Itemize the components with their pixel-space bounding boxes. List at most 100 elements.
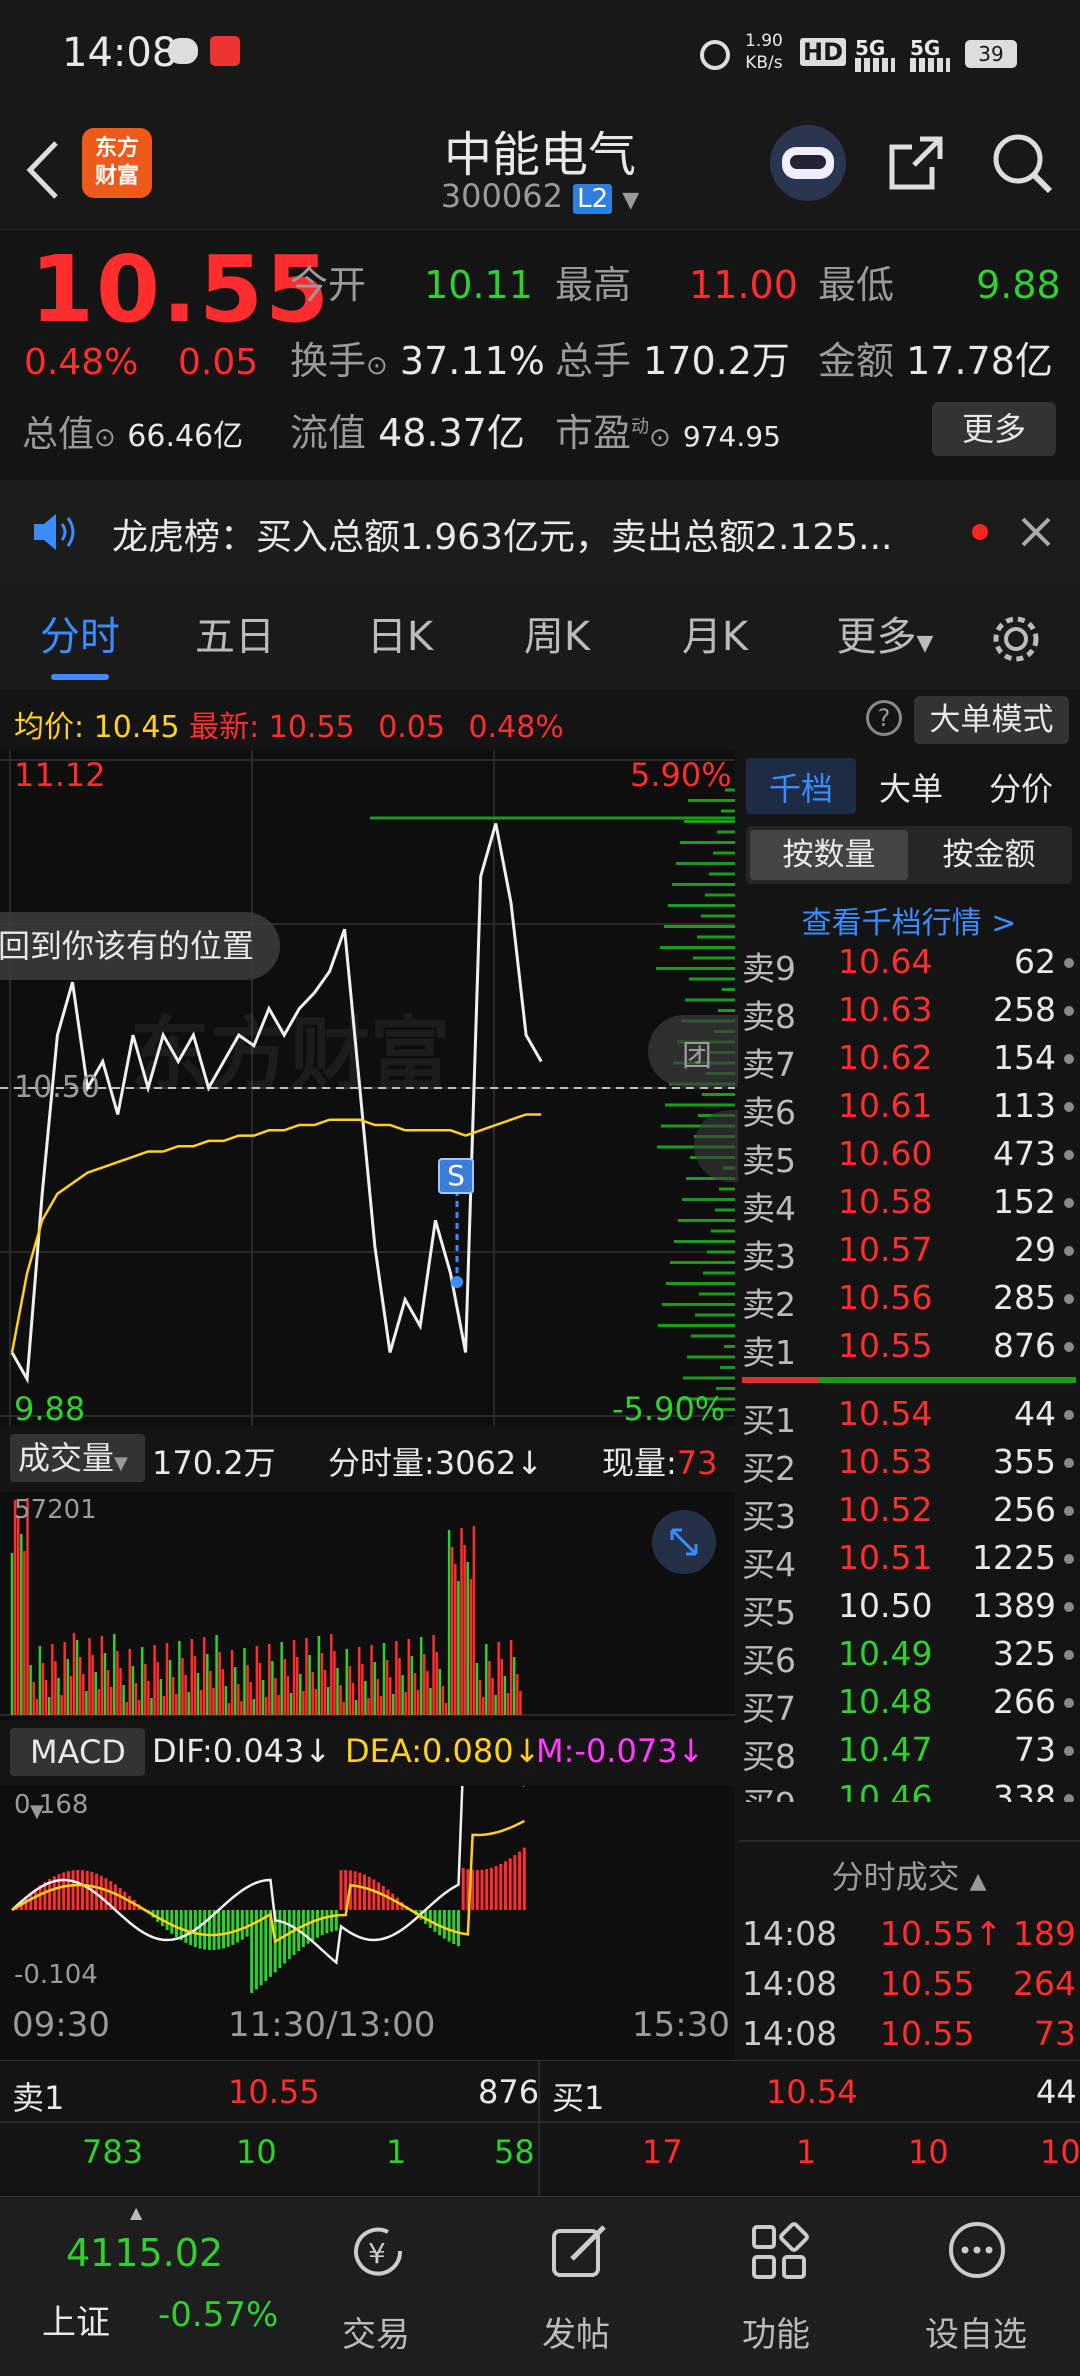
side-tab-depth[interactable]: 千档 bbox=[746, 764, 856, 810]
buy-level-row-label: 买2 bbox=[742, 1449, 796, 1488]
nav-add-watchlist[interactable]: 设自选 bbox=[876, 2197, 1076, 2376]
buy-level-row[interactable]: 买6 10.49 325 bbox=[742, 1630, 1076, 1680]
mktcap-value: 66.46亿 bbox=[127, 419, 244, 454]
level-dot-icon bbox=[1064, 1602, 1074, 1612]
sell-level-row[interactable]: 卖9 10.64 62 bbox=[742, 938, 1076, 988]
search-icon[interactable] bbox=[990, 131, 1054, 195]
volume-value: 170.2万 bbox=[643, 339, 790, 383]
tab-five-day[interactable]: 五日 bbox=[175, 585, 295, 690]
sell-level-row[interactable]: 卖6 10.61 113 bbox=[742, 1082, 1076, 1132]
side-tab-price-dist[interactable]: 分价 bbox=[966, 764, 1076, 810]
buy-level-row-label: 买6 bbox=[742, 1641, 796, 1680]
tab-intraday[interactable]: 分时 bbox=[20, 585, 140, 690]
m-value: -0.073↓ bbox=[574, 1732, 705, 1770]
buy-level-row[interactable]: 买5 10.50 1389 bbox=[742, 1582, 1076, 1632]
trade-volume: 189 bbox=[1013, 1914, 1076, 1953]
close-icon[interactable] bbox=[1020, 516, 1052, 548]
tab-monthly-k[interactable]: 月K bbox=[655, 585, 775, 690]
trade-row: 14:08 10.55 73 bbox=[742, 2010, 1076, 2060]
net-speed: 1.90 bbox=[745, 31, 783, 51]
last-price: 10.55 bbox=[30, 236, 332, 343]
queue-sell-order: 10 bbox=[236, 2133, 277, 2171]
buy-level-row[interactable]: 买2 10.53 355 bbox=[742, 1438, 1076, 1488]
buy-level-row[interactable]: 买9 10.46 338 bbox=[742, 1774, 1076, 1802]
latest-pct: 0.48% bbox=[468, 710, 564, 745]
trade-row: 14:08 10.55↑ 189 bbox=[742, 1910, 1076, 1960]
by-quantity-button[interactable]: 按数量 bbox=[750, 830, 908, 880]
sell-level-row-label: 卖6 bbox=[742, 1093, 796, 1132]
level-dot-icon bbox=[1064, 1102, 1074, 1112]
info-icon[interactable]: ⊙ bbox=[649, 423, 671, 453]
high-value: 11.00 bbox=[689, 263, 798, 307]
macd-indicator-select[interactable]: MACD ▼ bbox=[10, 1728, 145, 1822]
index-ticker[interactable]: ▲ 4115.02 上证 -0.57% bbox=[0, 2197, 300, 2376]
chevron-down-icon[interactable]: ▼ bbox=[622, 188, 639, 213]
sell-signal-marker[interactable]: S bbox=[438, 1158, 474, 1194]
sell-level-row-volume: 29 bbox=[1014, 1230, 1056, 1269]
bottom-nav: ▲ 4115.02 上证 -0.57% ¥ 交易 发帖 功能 设自选 bbox=[0, 2196, 1080, 2376]
level-dot-icon bbox=[1064, 1198, 1074, 1208]
buy-level-row-volume: 1225 bbox=[972, 1538, 1056, 1577]
tab-more[interactable]: 更多▼ bbox=[825, 585, 945, 690]
signal-bars-icon bbox=[855, 58, 895, 72]
stock-code: 300062 bbox=[440, 177, 563, 215]
sell-level-row[interactable]: 卖3 10.57 29 bbox=[742, 1226, 1076, 1276]
buy-level-row[interactable]: 买1 10.54 44 bbox=[742, 1390, 1076, 1440]
sell-level-row[interactable]: 卖8 10.63 258 bbox=[742, 986, 1076, 1036]
turnover-value: 37.11% bbox=[399, 339, 545, 383]
announcement-bar[interactable]: 龙虎榜：买入总额1.963亿元，卖出总额2.125... bbox=[0, 480, 1080, 585]
level-dot-icon bbox=[1064, 1054, 1074, 1064]
index-value: 4115.02 bbox=[66, 2231, 224, 2275]
nav-functions-label: 功能 bbox=[742, 2315, 810, 2355]
sell-level-row[interactable]: 卖7 10.62 154 bbox=[742, 1034, 1076, 1084]
x-label-noon: 11:30/13:00 bbox=[228, 2005, 436, 2045]
expand-icon[interactable] bbox=[652, 1510, 716, 1574]
buy-level-row-volume: 355 bbox=[993, 1442, 1056, 1481]
sell-levels: 卖9 10.64 62 卖8 10.63 258 卖7 10.62 154 卖6 10.61 113 卖… bbox=[742, 938, 1076, 1372]
sell-level-row[interactable]: 卖1 10.55 876 bbox=[742, 1322, 1076, 1372]
buy-level-row-price: 10.47 bbox=[838, 1730, 933, 1769]
queue-sell-order: 783 bbox=[82, 2133, 144, 2171]
buy-level-row[interactable]: 买7 10.48 266 bbox=[742, 1678, 1076, 1728]
nav-post[interactable]: 发帖 bbox=[476, 2197, 676, 2376]
level-dot-icon bbox=[1064, 1006, 1074, 1016]
buy-level-row[interactable]: 买3 10.52 256 bbox=[742, 1486, 1076, 1536]
sell-level-row[interactable]: 卖5 10.60 473 bbox=[742, 1130, 1076, 1180]
volume-indicator-select[interactable]: 成交量▼ bbox=[10, 1434, 145, 1482]
info-icon[interactable]: ⊙ bbox=[366, 351, 388, 381]
robot-assistant-icon[interactable] bbox=[770, 125, 846, 201]
floating-group-button[interactable]: 团 bbox=[648, 1015, 738, 1087]
buy-level-row[interactable]: 买8 10.47 73 bbox=[742, 1726, 1076, 1776]
info-icon[interactable]: ⊙ bbox=[94, 423, 116, 453]
svg-text:¥: ¥ bbox=[368, 2237, 386, 2270]
view-depth-link[interactable]: 查看千档行情 > bbox=[738, 898, 1080, 942]
sell-level-row-label: 卖9 bbox=[742, 949, 796, 988]
macd-top-label: 0.168 bbox=[14, 1790, 89, 1820]
group-icon: 团 bbox=[682, 1039, 712, 1074]
tab-daily-k[interactable]: 日K bbox=[340, 585, 460, 690]
sell-level-row-volume: 154 bbox=[993, 1038, 1056, 1077]
speaker-icon bbox=[34, 514, 75, 550]
by-amount-button[interactable]: 按金额 bbox=[910, 830, 1068, 880]
now-volume-label: 现量: bbox=[602, 1444, 677, 1482]
settings-gear-icon[interactable] bbox=[990, 613, 1042, 665]
share-icon[interactable] bbox=[886, 133, 946, 193]
buy-level-row-label: 买4 bbox=[742, 1545, 796, 1584]
side-tab-big-order[interactable]: 大单 bbox=[856, 764, 966, 810]
chart-area[interactable]: 11.12 5.90% 10.50 9.88 -5.90% 东方财富 回到你该有… bbox=[0, 750, 739, 2060]
trades-title[interactable]: 分时成交 ▲ bbox=[738, 1852, 1080, 1898]
more-button[interactable]: 更多 bbox=[932, 402, 1056, 456]
level-dot-icon bbox=[1064, 1650, 1074, 1660]
nav-trade[interactable]: ¥ 交易 bbox=[276, 2197, 476, 2376]
nav-functions[interactable]: 功能 bbox=[676, 2197, 876, 2376]
sell-level-row[interactable]: 卖2 10.56 285 bbox=[742, 1274, 1076, 1324]
mktcap-label: 总值 bbox=[22, 414, 95, 455]
sell-level-row[interactable]: 卖4 10.58 152 bbox=[742, 1178, 1076, 1228]
help-icon[interactable]: ? bbox=[866, 700, 902, 736]
tab-weekly-k[interactable]: 周K bbox=[497, 585, 617, 690]
big-order-mode-button[interactable]: 大单模式 bbox=[914, 696, 1069, 744]
buy-level-row[interactable]: 买4 10.51 1225 bbox=[742, 1534, 1076, 1584]
back-to-position-toast[interactable]: 回到你该有的位置 bbox=[0, 912, 281, 980]
net-speed-unit: KB/s bbox=[745, 53, 783, 73]
pe-value: 974.95 bbox=[682, 420, 781, 453]
